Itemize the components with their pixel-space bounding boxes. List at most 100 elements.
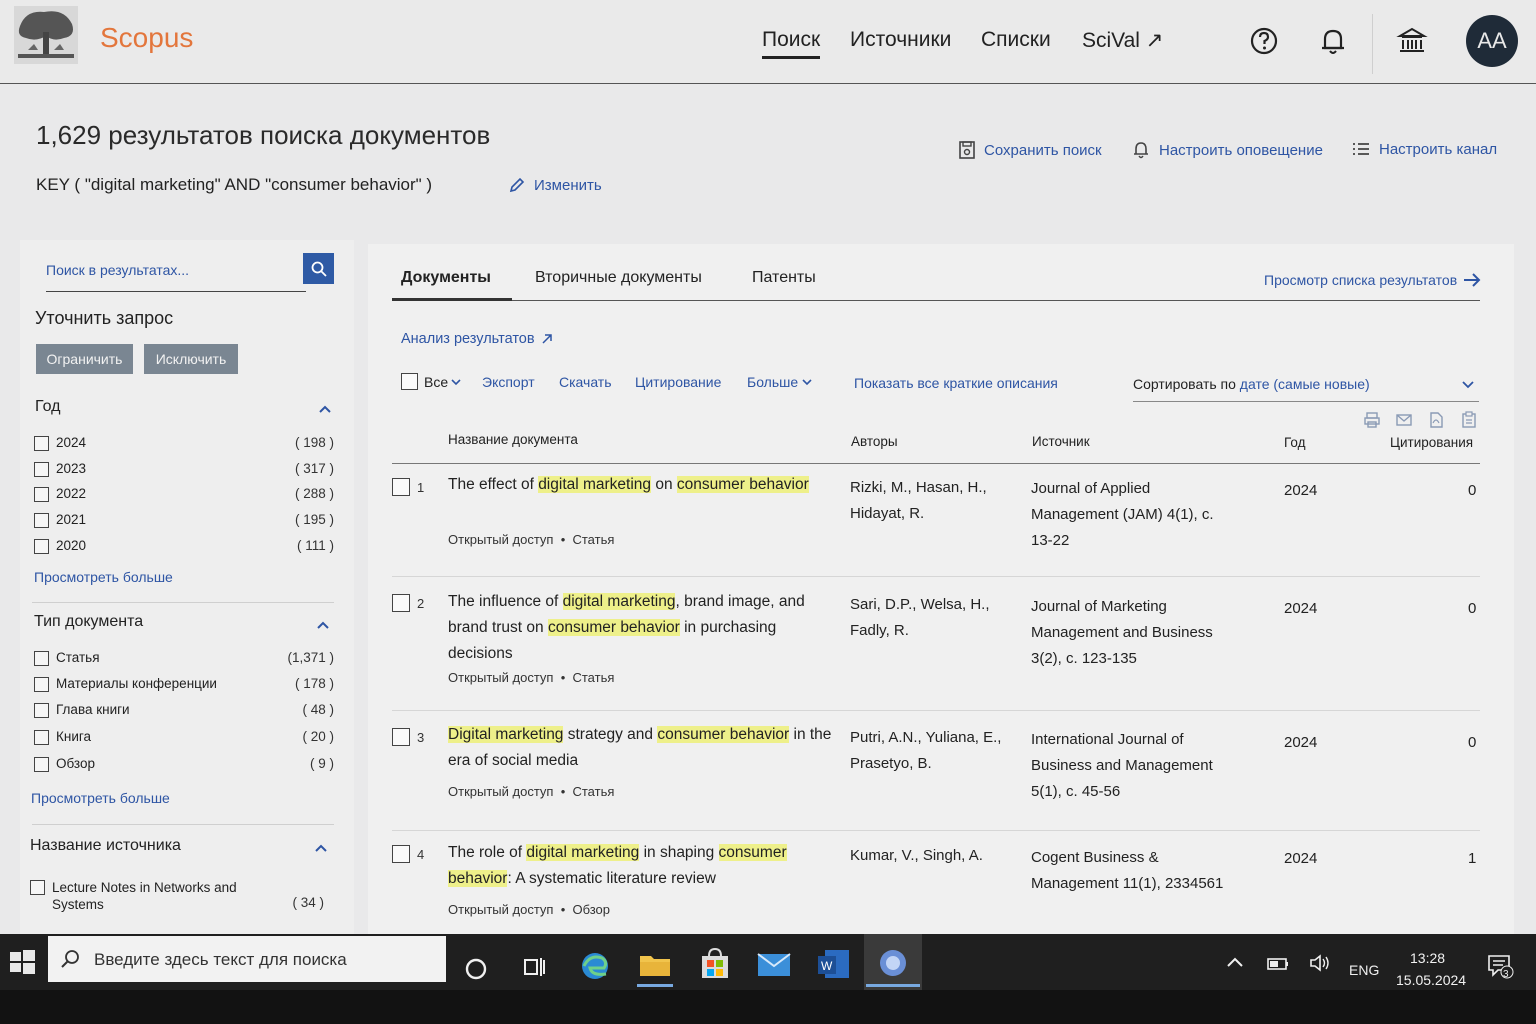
checkbox[interactable] xyxy=(34,539,49,554)
citations-count[interactable]: 0 xyxy=(1468,600,1476,617)
source-link[interactable]: Journal of Marketing Management and Busi… xyxy=(1031,594,1231,672)
file-explorer-icon[interactable] xyxy=(636,944,674,982)
download-button[interactable]: Скачать xyxy=(559,374,612,390)
institution-icon[interactable] xyxy=(1393,22,1431,60)
chevron-up-icon[interactable] xyxy=(314,843,328,853)
document-title-link[interactable]: The effect of digital marketing on consu… xyxy=(448,472,832,498)
source-facet-title[interactable]: Название источника xyxy=(30,837,181,855)
print-icon[interactable] xyxy=(1363,411,1381,429)
elsevier-logo-icon[interactable] xyxy=(14,6,78,64)
set-feed-link[interactable]: Настроить канал xyxy=(1351,140,1497,158)
volume-icon[interactable] xyxy=(1308,952,1332,974)
authors-link[interactable]: Sari, D.P., Welsa, H., Fadly, R. xyxy=(850,592,1020,644)
email-icon[interactable] xyxy=(1395,411,1413,429)
citations-count[interactable]: 0 xyxy=(1468,734,1476,751)
facet-doctype-review[interactable]: Обзор ( 9 ) xyxy=(34,754,334,776)
chevron-up-icon[interactable] xyxy=(1226,956,1244,968)
edge-browser-icon[interactable] xyxy=(576,944,614,982)
edit-query-link[interactable]: Изменить xyxy=(508,176,602,194)
more-dropdown[interactable]: Больше xyxy=(747,374,812,390)
citations-count[interactable]: 0 xyxy=(1468,482,1476,499)
mail-icon[interactable] xyxy=(755,944,793,982)
document-title-link[interactable]: The influence of digital marketing, bran… xyxy=(448,589,832,667)
limit-button[interactable]: Ограничить xyxy=(36,344,133,374)
sort-select[interactable]: Сортировать по дате (самые новые) xyxy=(1133,372,1479,402)
show-abstracts-link[interactable]: Показать все краткие описания xyxy=(854,375,1058,391)
row-checkbox[interactable] xyxy=(392,728,410,746)
cortana-icon[interactable] xyxy=(457,944,495,982)
authors-link[interactable]: Putri, A.N., Yuliana, E., Prasetyo, B. xyxy=(850,725,1020,777)
checkbox[interactable] xyxy=(34,757,49,772)
col-header-authors[interactable]: Авторы xyxy=(851,434,898,449)
clock-date[interactable]: 15.05.2024 xyxy=(1396,972,1466,988)
col-header-source[interactable]: Источник xyxy=(1032,434,1090,449)
nav-search[interactable]: Поиск xyxy=(762,28,821,59)
checkbox[interactable] xyxy=(34,677,49,692)
nav-lists[interactable]: Списки xyxy=(981,28,1051,52)
save-search-link[interactable]: Сохранить поиск xyxy=(958,140,1102,160)
checkbox[interactable] xyxy=(34,513,49,528)
taskbar-search-input[interactable]: Введите здесь текст для поиска xyxy=(48,936,446,982)
col-header-title[interactable]: Название документа xyxy=(448,432,578,447)
source-link[interactable]: International Journal of Business and Ma… xyxy=(1031,727,1231,805)
facet-source-lnns[interactable]: Lecture Notes in Networks and Systems ( … xyxy=(30,877,330,913)
battery-icon[interactable] xyxy=(1266,956,1290,972)
row-checkbox[interactable] xyxy=(392,594,410,612)
bell-icon[interactable] xyxy=(1314,22,1352,60)
select-all-checkbox[interactable] xyxy=(401,373,418,390)
tab-patents[interactable]: Патенты xyxy=(752,269,816,287)
export-button[interactable]: Экспорт xyxy=(482,374,535,390)
analyze-results-link[interactable]: Анализ результатов xyxy=(401,331,553,347)
store-icon[interactable] xyxy=(696,944,734,982)
facet-doctype-conference[interactable]: Материалы конференции ( 178 ) xyxy=(34,674,334,696)
select-all-dropdown[interactable]: Все xyxy=(424,374,461,390)
doctype-facet-title[interactable]: Тип документа xyxy=(34,613,143,631)
citations-count[interactable]: 1 xyxy=(1468,850,1476,867)
facet-doctype-article[interactable]: Статья (1,371 ) xyxy=(34,648,334,670)
pdf-icon[interactable] xyxy=(1427,411,1445,429)
facet-year-2022[interactable]: 2022 ( 288 ) xyxy=(34,484,334,506)
save-to-list-icon[interactable] xyxy=(1460,411,1478,429)
row-checkbox[interactable] xyxy=(392,478,410,496)
col-header-citations[interactable]: Цитирования xyxy=(1390,435,1473,450)
tab-secondary-documents[interactable]: Вторичные документы xyxy=(535,269,702,287)
col-header-year[interactable]: Год xyxy=(1284,435,1306,450)
document-title-link[interactable]: The role of digital marketing in shaping… xyxy=(448,840,832,892)
checkbox[interactable] xyxy=(30,880,45,895)
facet-doctype-book[interactable]: Книга ( 20 ) xyxy=(34,727,334,749)
avatar[interactable]: AA xyxy=(1466,15,1518,67)
windows-start-icon[interactable] xyxy=(6,946,38,978)
facet-year-2023[interactable]: 2023 ( 317 ) xyxy=(34,459,334,481)
clock-time[interactable]: 13:28 xyxy=(1410,950,1445,966)
source-link[interactable]: Cogent Business & Management 11(1), 2334… xyxy=(1031,845,1231,897)
help-icon[interactable] xyxy=(1245,22,1283,60)
facet-doctype-chapter[interactable]: Глава книги ( 48 ) xyxy=(34,700,334,722)
nav-sources[interactable]: Источники xyxy=(850,28,951,52)
set-alert-link[interactable]: Настроить оповещение xyxy=(1131,140,1323,160)
chevron-up-icon[interactable] xyxy=(318,404,332,414)
cite-button[interactable]: Цитирование xyxy=(635,374,721,390)
notification-center-icon[interactable] xyxy=(1486,952,1514,980)
facet-year-2024[interactable]: 2024 ( 198 ) xyxy=(34,433,334,455)
search-button[interactable] xyxy=(303,253,334,284)
see-more-doctypes-link[interactable]: Просмотреть больше xyxy=(31,790,170,806)
checkbox[interactable] xyxy=(34,436,49,451)
facet-year-2021[interactable]: 2021 ( 195 ) xyxy=(34,510,334,532)
active-app-icon[interactable] xyxy=(874,944,912,982)
document-title-link[interactable]: Digital marketing strategy and consumer … xyxy=(448,722,832,774)
checkbox[interactable] xyxy=(34,462,49,477)
authors-link[interactable]: Rizki, M., Hasan, H., Hidayat, R. xyxy=(850,475,1020,527)
checkbox[interactable] xyxy=(34,703,49,718)
authors-link[interactable]: Kumar, V., Singh, A. xyxy=(850,843,1020,869)
checkbox[interactable] xyxy=(34,651,49,666)
checkbox[interactable] xyxy=(34,487,49,502)
tab-documents[interactable]: Документы xyxy=(401,269,491,287)
see-more-years-link[interactable]: Просмотреть больше xyxy=(34,569,173,585)
source-link[interactable]: Journal of Applied Management (JAM) 4(1)… xyxy=(1031,476,1231,554)
task-view-icon[interactable] xyxy=(515,944,553,982)
chevron-up-icon[interactable] xyxy=(316,620,330,630)
checkbox[interactable] xyxy=(34,730,49,745)
facet-year-2020[interactable]: 2020 ( 111 ) xyxy=(34,536,334,558)
row-checkbox[interactable] xyxy=(392,845,410,863)
word-icon[interactable]: W xyxy=(815,944,853,982)
